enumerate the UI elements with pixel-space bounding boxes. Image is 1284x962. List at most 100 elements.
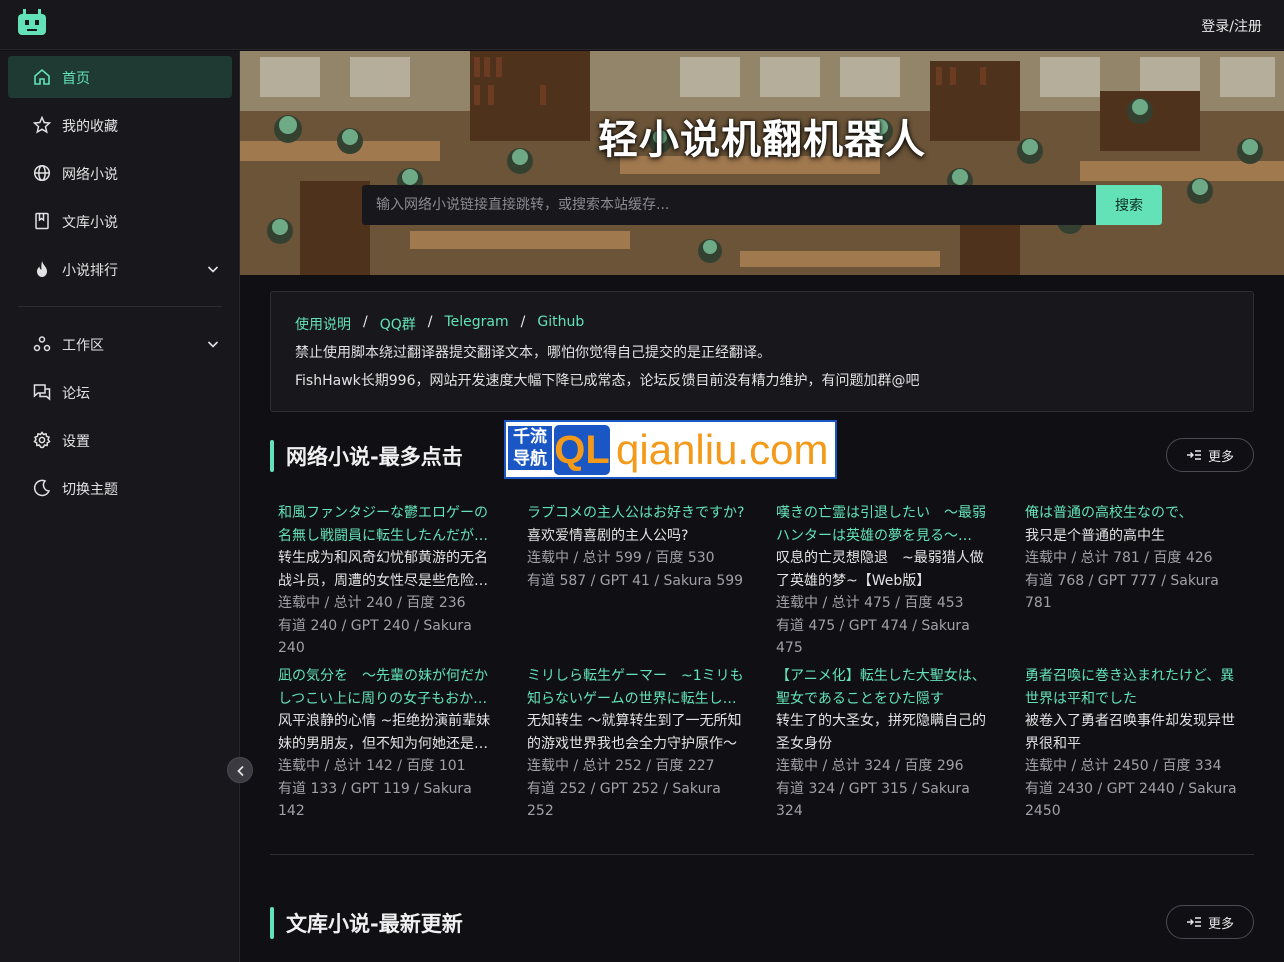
novel-status: 连载中 / 总计 781 / 百度 426 (1025, 550, 1213, 566)
section-divider (270, 854, 1254, 855)
novel-card: 勇者召喚に巻き込まれたけど、異世界は平和でした 被卷入了勇者召唤事件却发现异世界… (1025, 665, 1243, 823)
novel-title-link[interactable]: ラブコメの主人公はお好きですか? (527, 502, 745, 525)
telegram-link[interactable]: Telegram (444, 314, 508, 334)
qianliu-watermark: 千流导航 QL qianliu.com (504, 420, 837, 479)
novel-translated-title: 风平浪静的心情 ~拒绝扮演前辈妹妹的男朋友，但不知为何她还是… (278, 713, 491, 752)
novel-translated-title: 转生了的大圣女，拼死隐瞒自己的圣女身份 (776, 713, 986, 752)
novel-title-link[interactable]: 和風ファンタジーな鬱エロゲーの名無し戦闘員に転生したんだが… (278, 502, 496, 547)
novel-stats: 有道 2430 / GPT 2440 / Sakura 2450 (1025, 780, 1237, 820)
novel-status: 连载中 / 总计 475 / 百度 453 (776, 595, 964, 611)
moon-icon (33, 479, 51, 497)
link-separator: / (427, 314, 433, 330)
sidebar-item-label: 小说排行 (62, 263, 118, 279)
sidebar-item-library-novels[interactable]: 文库小说 (8, 200, 232, 242)
chevron-down-icon (207, 341, 219, 348)
sidebar-item-ranking[interactable]: 小说排行 (8, 248, 232, 290)
novel-card: ミリしら転生ゲーマー ~1ミリも知らないゲームの世界に転生し… 无知转生 ～就算… (527, 665, 745, 823)
novel-translated-title: 被卷入了勇者召唤事件却发现异世界很和平 (1025, 713, 1235, 752)
usage-guide-link[interactable]: 使用说明 (295, 314, 351, 334)
sidebar-item-theme[interactable]: 切换主题 (8, 467, 232, 509)
workspace-icon (33, 336, 51, 352)
novel-card: 俺は普通の高校生なので、 我只是个普通的高中生 连载中 / 总计 781 / 百… (1025, 502, 1243, 615)
sidebar-item-home[interactable]: 首页 (8, 56, 232, 98)
sidebar-divider (18, 306, 222, 307)
novel-card: 【アニメ化】転生した大聖女は、聖女であることをひた隠す 转生了的大圣女，拼死隐瞒… (776, 665, 994, 823)
link-separator: / (520, 314, 526, 330)
novel-status: 连载中 / 总计 142 / 百度 101 (278, 758, 466, 774)
chevron-down-icon (207, 266, 219, 273)
sidebar: 首页 我的收藏 网络小说 文库小说 小说排行 工作区 论坛 设置 切换主题 (0, 51, 240, 962)
sidebar-item-workspace[interactable]: 工作区 (8, 323, 232, 365)
novel-status: 连载中 / 总计 252 / 百度 227 (527, 758, 715, 774)
section-title: 网络小说-最多点击 (286, 445, 463, 469)
novel-translated-title: 叹息的亡灵想隐退 ~最弱猎人做了英雄的梦~【Web版】 (776, 550, 984, 589)
novel-translated-title: 我只是个普通的高中生 (1025, 527, 1165, 544)
novel-title-link[interactable]: 勇者召喚に巻き込まれたけど、異世界は平和でした (1025, 665, 1243, 710)
novel-stats: 有道 133 / GPT 119 / Sakura 142 (278, 780, 472, 820)
novel-translated-title: 无知转生 ～就算转生到了一无所知的游戏世界我也会全力守护原作～ (527, 713, 742, 752)
sidebar-item-label: 我的收藏 (62, 119, 118, 135)
novel-title-link[interactable]: 【アニメ化】転生した大聖女は、聖女であることをひた隠す (776, 665, 994, 710)
book-icon (35, 212, 49, 230)
notice-line: 禁止使用脚本绕过翻译器提交翻译文本，哪怕你觉得自己提交的是正经翻译。 (295, 345, 771, 361)
novel-translated-title: 转生成为和风奇幻忧郁黄游的无名战斗员，周遭的女性尽是些危险… (278, 550, 488, 589)
qq-group-link[interactable]: QQ群 (380, 314, 416, 334)
github-link[interactable]: Github (537, 314, 584, 334)
novel-status: 连载中 / 总计 599 / 百度 530 (527, 550, 715, 566)
hero-title: 轻小说机翻机器人 (598, 117, 926, 163)
login-register-link[interactable]: 登录/注册 (1201, 16, 1262, 36)
watermark-ql: QL (554, 425, 610, 475)
notice-panel: 使用说明 / QQ群 / Telegram / Github 禁止使用脚本绕过翻… (270, 291, 1254, 412)
home-icon (34, 68, 50, 85)
sidebar-item-web-novels[interactable]: 网络小说 (8, 152, 232, 194)
sidebar-item-favorites[interactable]: 我的收藏 (8, 104, 232, 146)
section-header-library-novels: 文库小说-最新更新 更多 (270, 905, 1254, 943)
sidebar-item-forum[interactable]: 论坛 (8, 371, 232, 413)
watermark-domain: qianliu.com (616, 426, 829, 473)
novel-card: 凪の気分を ～先輩の妹が何だかしつこい上に周りの女子もおか… 风平浪静的心情 ~… (278, 665, 496, 823)
sidebar-item-label: 网络小说 (62, 167, 118, 183)
search-button[interactable]: 搜索 (1096, 185, 1162, 225)
list-expand-icon (1186, 917, 1201, 927)
novel-title-link[interactable]: 凪の気分を ～先輩の妹が何だかしつこい上に周りの女子もおか… (278, 665, 496, 710)
star-icon (33, 116, 51, 134)
novel-card: 嘆きの亡霊は引退したい ～最弱ハンターは英雄の夢を見る～… 叹息的亡灵想隐退 ~… (776, 502, 994, 660)
novel-stats: 有道 587 / GPT 41 / Sakura 599 (527, 572, 744, 589)
section-accent-bar (270, 907, 274, 939)
link-separator: / (363, 314, 368, 330)
novel-stats: 有道 324 / GPT 315 / Sakura 324 (776, 780, 970, 820)
novel-title-link[interactable]: 俺は普通の高校生なので、 (1025, 502, 1243, 525)
novel-title-link[interactable]: 嘆きの亡霊は引退したい ～最弱ハンターは英雄の夢を見る～… (776, 502, 994, 547)
search-input[interactable] (362, 185, 1096, 225)
gear-icon (33, 431, 51, 449)
novel-translated-title: 喜欢爱情喜剧的主人公吗? (527, 527, 689, 544)
sidebar-item-label: 论坛 (62, 386, 90, 402)
notice-line: FishHawk长期996，网站开发速度大幅下降已成常态，论坛反馈目前没有精力维… (295, 373, 920, 389)
novel-stats: 有道 475 / GPT 474 / Sakura 475 (776, 617, 970, 657)
novel-status: 连载中 / 总计 324 / 百度 296 (776, 758, 964, 774)
more-label: 更多 (1207, 449, 1234, 465)
sidebar-item-label: 首页 (62, 71, 90, 87)
hero-banner: 轻小说机翻机器人 搜索 (240, 51, 1284, 275)
sidebar-item-settings[interactable]: 设置 (8, 419, 232, 461)
sidebar-item-label: 工作区 (62, 338, 104, 354)
more-label: 更多 (1207, 916, 1234, 932)
robot-logo-icon[interactable] (16, 9, 48, 37)
novel-stats: 有道 240 / GPT 240 / Sakura 240 (278, 617, 472, 657)
forum-icon (33, 384, 51, 401)
sidebar-item-label: 文库小说 (62, 215, 118, 231)
novel-status: 连载中 / 总计 2450 / 百度 334 (1025, 758, 1222, 774)
novel-title-link[interactable]: ミリしら転生ゲーマー ~1ミリも知らないゲームの世界に転生し… (527, 665, 745, 710)
section-title: 文库小说-最新更新 (286, 912, 463, 936)
sidebar-item-label: 设置 (62, 434, 90, 450)
more-button[interactable]: 更多 (1166, 438, 1254, 472)
section-accent-bar (270, 440, 274, 472)
more-button[interactable]: 更多 (1166, 905, 1254, 939)
globe-icon (33, 164, 51, 182)
chevron-left-icon (237, 765, 244, 777)
top-bar: 登录/注册 (0, 0, 1284, 50)
flame-icon (37, 261, 47, 277)
sidebar-collapse-button[interactable] (227, 757, 253, 783)
novel-status: 连载中 / 总计 240 / 百度 236 (278, 595, 466, 611)
notice-links: 使用说明 / QQ群 / Telegram / Github (295, 314, 584, 334)
